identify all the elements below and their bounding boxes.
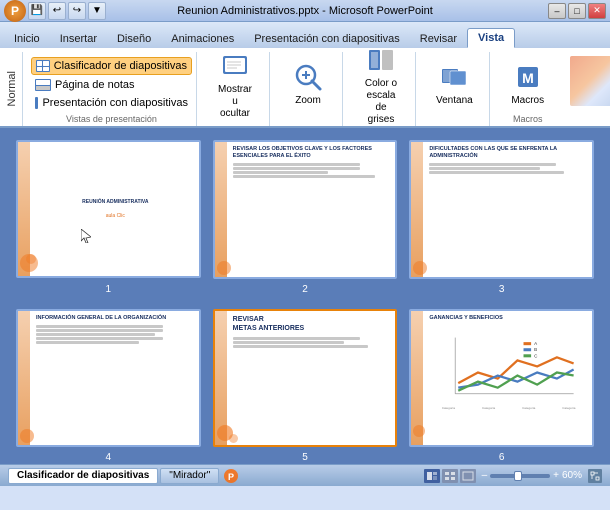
slide2-title: REVISAR LOS OBJETIVOS CLAVE Y LOS FACTOR… <box>233 146 392 160</box>
slide-thumb-6[interactable]: GANANCIAS Y BENEFICIOS <box>409 309 594 448</box>
maximize-btn[interactable]: □ <box>568 3 586 19</box>
view-mode-normal-btn[interactable] <box>424 469 440 483</box>
slide-thumb-5[interactable]: REVISARMetas Anteriores <box>213 309 398 448</box>
slide-num-3: 3 <box>409 284 594 295</box>
macros-group-label: Macros <box>502 114 554 126</box>
zoom-level: 60% <box>562 470 582 481</box>
slide-wrapper-4: INFORMACIÓN GENERAL DE LA ORGANIZACIÓN 4 <box>16 309 201 448</box>
slide4-title: INFORMACIÓN GENERAL DE LA ORGANIZACIÓN <box>36 315 195 322</box>
ventana-btn[interactable]: Ventana <box>428 54 481 114</box>
close-btn[interactable]: ✕ <box>588 3 606 19</box>
macros-btn[interactable]: M Macros <box>502 54 554 114</box>
slide3-title: DIFICULTADES CON LAS QUE SE ENFRENTA LA … <box>429 146 588 160</box>
status-tab-mirador[interactable]: "Mirador" <box>160 468 219 484</box>
zoom-minus-btn[interactable]: – <box>482 470 488 481</box>
slide-wrapper-1: REUNIÓN ADMINISTRATIVA aula Clic 1 <box>16 140 201 279</box>
color-label: Color o escala de grises <box>363 78 399 126</box>
status-bar: Clasificador de diapositivas "Mirador" P… <box>0 464 610 486</box>
mostrar-ocultar-label: Mostrar u ocultar <box>217 84 253 120</box>
slide-num-1: 1 <box>16 284 201 295</box>
clasificador-view-btn[interactable]: Clasificador de diapositivas <box>31 57 192 75</box>
ribbon-content: Normal Clasificador de diapositivas Pági… <box>0 48 610 128</box>
macros-label: Macros <box>511 95 544 107</box>
slide-num-5: 5 <box>213 452 398 463</box>
status-tab-clasificador[interactable]: Clasificador de diapositivas <box>8 468 158 484</box>
save-quick-btn[interactable]: 💾 <box>28 2 46 20</box>
slide-thumb-3[interactable]: DIFICULTADES CON LAS QUE SE ENFRENTA LA … <box>409 140 594 279</box>
color-btn[interactable]: Color o escala de grises <box>355 54 407 116</box>
slide-thumb-2[interactable]: REVISAR LOS OBJETIVOS CLAVE Y LOS FACTOR… <box>213 140 398 279</box>
main-slide-area: REUNIÓN ADMINISTRATIVA aula Clic 1 <box>0 128 610 464</box>
pagina-notas-label: Página de notas <box>55 79 135 91</box>
slide-thumb-1[interactable]: REUNIÓN ADMINISTRATIVA aula Clic <box>16 140 201 278</box>
slide-num-2: 2 <box>213 284 398 295</box>
dropdown-quick-btn[interactable]: ▼ <box>88 2 106 20</box>
view-mode-grid-btn[interactable] <box>442 469 458 483</box>
minimize-btn[interactable]: – <box>548 3 566 19</box>
pagina-notas-btn[interactable]: Página de notas <box>31 77 192 93</box>
zoom-slider-thumb[interactable] <box>514 471 522 481</box>
slide-num-4: 4 <box>16 452 201 463</box>
slide1-title: REUNIÓN ADMINISTRATIVA <box>82 199 148 206</box>
zoom-btn[interactable]: Zoom <box>282 54 334 114</box>
tab-revisar[interactable]: Revisar <box>410 30 467 48</box>
tab-insertar[interactable]: Insertar <box>50 30 107 48</box>
undo-quick-btn[interactable]: ↩ <box>48 2 66 20</box>
cursor-overlay <box>81 229 91 243</box>
fit-btn[interactable] <box>588 469 602 483</box>
clasificador-label: Clasificador de diapositivas <box>54 60 187 72</box>
slide-wrapper-5: REVISARMetas Anteriores 5 <box>213 309 398 448</box>
redo-quick-btn[interactable]: ↪ <box>68 2 86 20</box>
slide1-subtitle: aula Clic <box>106 213 125 219</box>
slide5-title: REVISARMetas Anteriores <box>233 315 392 333</box>
slide-num-6: 6 <box>409 452 594 463</box>
title-bar-text: Reunion Administrativos.pptx - Microsoft… <box>177 5 433 17</box>
slide-grid: REUNIÓN ADMINISTRATIVA aula Clic 1 <box>0 128 610 464</box>
slide6-chart-labels: CategoríaCategoríaCategoríaCategoría <box>429 406 588 410</box>
slide6-title: GANANCIAS Y BENEFICIOS <box>429 315 588 322</box>
presentacion-diapositivas-label: Presentación con diapositivas <box>42 97 188 109</box>
svg-text:C: C <box>534 353 538 358</box>
view-mode-full-btn[interactable] <box>460 469 476 483</box>
ventana-label: Ventana <box>436 95 473 107</box>
tab-diseno[interactable]: Diseño <box>107 30 161 48</box>
status-icon-ppt: P <box>221 468 241 484</box>
tab-inicio[interactable]: Inicio <box>4 30 50 48</box>
svg-text:M: M <box>522 70 534 86</box>
slide-thumb-4[interactable]: INFORMACIÓN GENERAL DE LA ORGANIZACIÓN <box>16 309 201 447</box>
office-logo[interactable]: P <box>4 0 26 22</box>
tab-animaciones[interactable]: Animaciones <box>161 30 244 48</box>
slide-wrapper-6: GANANCIAS Y BENEFICIOS <box>409 309 594 448</box>
svg-text:A: A <box>534 341 538 346</box>
zoom-slider-track[interactable] <box>490 474 550 478</box>
tab-vista[interactable]: Vista <box>467 28 515 48</box>
slide-wrapper-2: REVISAR LOS OBJETIVOS CLAVE Y LOS FACTOR… <box>213 140 398 279</box>
svg-text:B: B <box>534 347 537 352</box>
normal-view-label[interactable]: Normal <box>6 71 18 106</box>
presentacion-diapositivas-btn[interactable]: Presentación con diapositivas <box>31 95 192 111</box>
mostrar-ocultar-btn[interactable]: Mostrar u ocultar <box>209 54 261 116</box>
svg-text:P: P <box>228 472 234 482</box>
zoom-label: Zoom <box>295 95 321 107</box>
zoom-plus-btn[interactable]: + <box>553 470 559 481</box>
title-bar: P 💾 ↩ ↪ ▼ Reunion Administrativos.pptx -… <box>0 0 610 22</box>
vistas-group-label: Vistas de presentación <box>31 114 192 126</box>
slide-wrapper-3: DIFICULTADES CON LAS QUE SE ENFRENTA LA … <box>409 140 594 279</box>
